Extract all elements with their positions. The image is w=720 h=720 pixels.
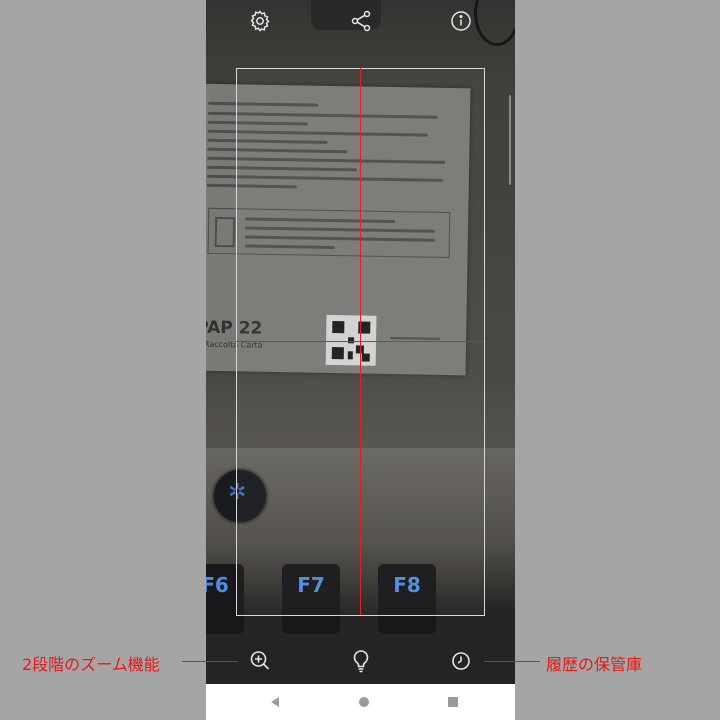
back-icon[interactable] (266, 693, 284, 711)
phone-screen: PAP 22 Raccolta Carta ✲ F6 F7 F8 (206, 0, 515, 720)
history-feature-annotation: 履歴の保管庫 (546, 655, 643, 674)
zoom-annotation-leader-line (182, 661, 238, 662)
history-annotation-leader-line (484, 661, 540, 662)
zoom-in-icon[interactable] (248, 648, 272, 674)
crosshair-horizontal (236, 341, 484, 342)
gear-icon[interactable] (248, 9, 272, 33)
scrollbar[interactable] (509, 95, 511, 185)
recents-icon[interactable] (444, 693, 462, 711)
home-icon[interactable] (355, 693, 373, 711)
share-icon[interactable] (349, 9, 373, 33)
clock-icon[interactable] (449, 648, 473, 674)
camera-preview: PAP 22 Raccolta Carta ✲ F6 F7 F8 (206, 0, 515, 684)
zoom-feature-annotation: 2段階のズーム機能 (22, 655, 160, 674)
lightbulb-icon[interactable] (349, 648, 373, 674)
android-navigation-bar (206, 684, 515, 720)
background-cable (474, 0, 515, 46)
info-icon[interactable] (449, 9, 473, 33)
